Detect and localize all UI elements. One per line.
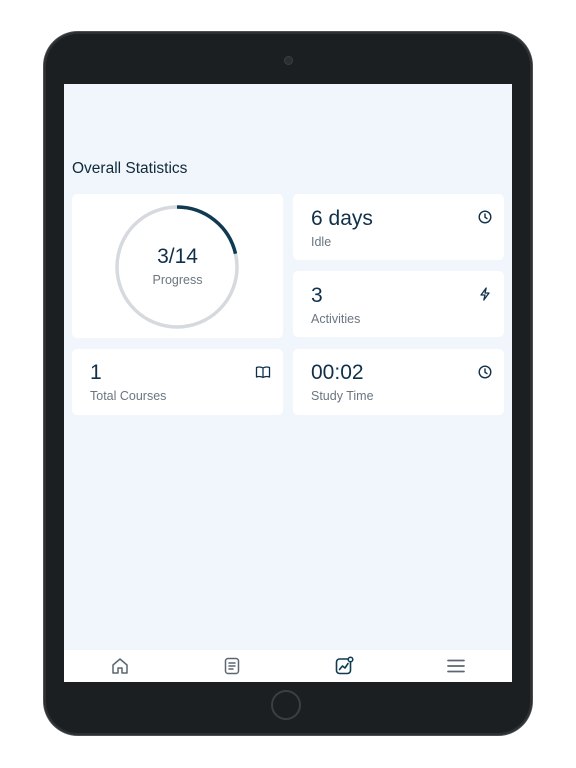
progress-card: 3/14 Progress	[72, 194, 283, 338]
clock-icon	[478, 365, 492, 379]
idle-value: 6 days	[311, 207, 373, 230]
activities-card: 3 Activities	[293, 271, 504, 337]
study-time-value: 00:02	[311, 361, 364, 384]
home-button[interactable]	[271, 690, 301, 720]
progress-label: Progress	[152, 273, 203, 287]
lightning-icon	[480, 287, 490, 301]
total-courses-value: 1	[90, 361, 102, 384]
idle-label: Idle	[311, 235, 332, 249]
progress-value: 3/14	[157, 245, 198, 268]
activities-value: 3	[311, 284, 323, 307]
document-icon	[224, 657, 240, 675]
study-time-label: Study Time	[311, 389, 374, 403]
nav-item-statistics[interactable]	[288, 650, 400, 682]
nav-item-documents[interactable]	[176, 650, 288, 682]
bottom-nav	[64, 650, 512, 682]
total-courses-label: Total Courses	[90, 389, 167, 403]
page-title: Overall Statistics	[72, 160, 188, 177]
total-courses-card: 1 Total Courses	[72, 349, 283, 415]
camera	[284, 56, 293, 65]
nav-item-menu[interactable]	[400, 650, 512, 682]
chart-icon	[335, 656, 354, 675]
book-icon	[255, 366, 271, 379]
tablet-device: Overall Statistics 3/14 Progress 6 days …	[44, 32, 532, 735]
app-screen: Overall Statistics 3/14 Progress 6 days …	[64, 84, 512, 682]
nav-item-home[interactable]	[64, 650, 176, 682]
clock-icon	[478, 210, 492, 224]
study-time-card: 00:02 Study Time	[293, 349, 504, 415]
menu-icon	[447, 659, 465, 673]
idle-card: 6 days Idle	[293, 194, 504, 260]
activities-label: Activities	[311, 312, 361, 326]
home-icon	[112, 658, 128, 674]
